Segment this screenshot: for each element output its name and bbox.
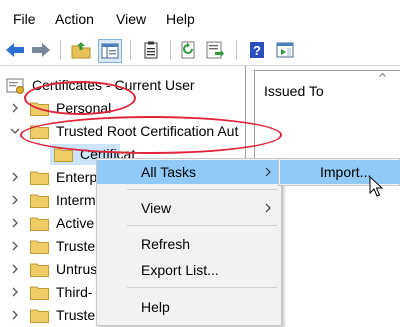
toolbar: ? — [0, 37, 400, 65]
menu-item-label: Import... — [320, 164, 372, 180]
folder-icon — [30, 217, 49, 231]
toolbar-separator — [236, 40, 237, 60]
menu-action[interactable]: Action — [55, 11, 94, 27]
chevron-right-icon[interactable] — [10, 218, 20, 228]
toolbar-separator — [60, 40, 61, 60]
folder-icon — [30, 263, 49, 277]
properties-icon[interactable] — [140, 39, 162, 61]
menu-view[interactable]: View — [116, 11, 146, 27]
tree-item-label: Interm — [56, 192, 96, 208]
chevron-right-icon — [265, 167, 271, 177]
menu-item-label: All Tasks — [141, 164, 196, 180]
annotation-oval-personal — [24, 81, 136, 115]
chevron-right-icon[interactable] — [10, 310, 20, 320]
up-folder-icon[interactable] — [70, 39, 92, 61]
chevron-right-icon[interactable] — [10, 103, 20, 113]
menu-item-label: Refresh — [141, 236, 191, 252]
menu-bar: File Action View Help — [0, 0, 400, 40]
menu-item-view[interactable]: View — [97, 196, 281, 220]
menu-item-label: Help — [141, 299, 170, 315]
column-header-issued-to[interactable]: Issued To — [264, 83, 324, 99]
sort-caret-icon — [379, 73, 386, 77]
forward-arrow-icon[interactable] — [30, 39, 52, 61]
toolbar-separator — [170, 40, 171, 60]
folder-icon — [30, 286, 49, 300]
certificate-store-icon — [6, 78, 24, 94]
folder-icon — [30, 171, 49, 185]
context-menu: All Tasks View Refresh Export List... He… — [96, 158, 282, 326]
menu-item-label: View — [141, 200, 172, 216]
tree-item-label: Truste — [56, 307, 96, 323]
chevron-right-icon[interactable] — [10, 241, 20, 251]
chevron-down-icon[interactable] — [10, 126, 20, 136]
chevron-right-icon[interactable] — [10, 287, 20, 297]
folder-icon — [30, 194, 49, 208]
show-hide-tree-icon[interactable] — [98, 39, 122, 63]
chevron-right-icon[interactable] — [10, 172, 20, 182]
tree-item-label: Truste — [56, 238, 96, 254]
chevron-right-icon[interactable] — [10, 195, 20, 205]
menu-separator — [127, 225, 277, 226]
back-arrow-icon[interactable] — [4, 39, 26, 61]
tree-item-label: Third- — [56, 284, 93, 300]
tree-item-label: Untrus — [56, 261, 98, 277]
tree-item-label: Active — [56, 215, 95, 231]
annotation-oval-trusted-root — [20, 116, 282, 154]
toolbar-separator — [130, 40, 131, 60]
folder-icon — [30, 309, 49, 323]
tree-item-label: Enterp — [56, 169, 98, 185]
menu-file[interactable]: File — [13, 11, 36, 27]
mouse-cursor-icon — [369, 176, 384, 197]
menu-item-label: Export List... — [141, 262, 219, 278]
export-list-icon[interactable] — [204, 39, 226, 61]
menu-item-refresh[interactable]: Refresh — [97, 232, 281, 256]
svg-text:?: ? — [253, 43, 261, 58]
menu-help[interactable]: Help — [166, 11, 195, 27]
menu-item-export-list[interactable]: Export List... — [97, 258, 281, 282]
menu-separator — [127, 287, 277, 288]
chevron-right-icon[interactable] — [10, 264, 20, 274]
help-icon[interactable]: ? — [246, 39, 268, 61]
menu-separator — [127, 189, 277, 190]
chevron-right-icon — [265, 203, 271, 213]
menu-item-all-tasks[interactable]: All Tasks — [97, 160, 281, 184]
refresh-icon[interactable] — [178, 39, 200, 61]
action-pane-icon[interactable] — [274, 39, 296, 61]
menu-item-help[interactable]: Help — [97, 295, 281, 319]
folder-icon — [30, 240, 49, 254]
